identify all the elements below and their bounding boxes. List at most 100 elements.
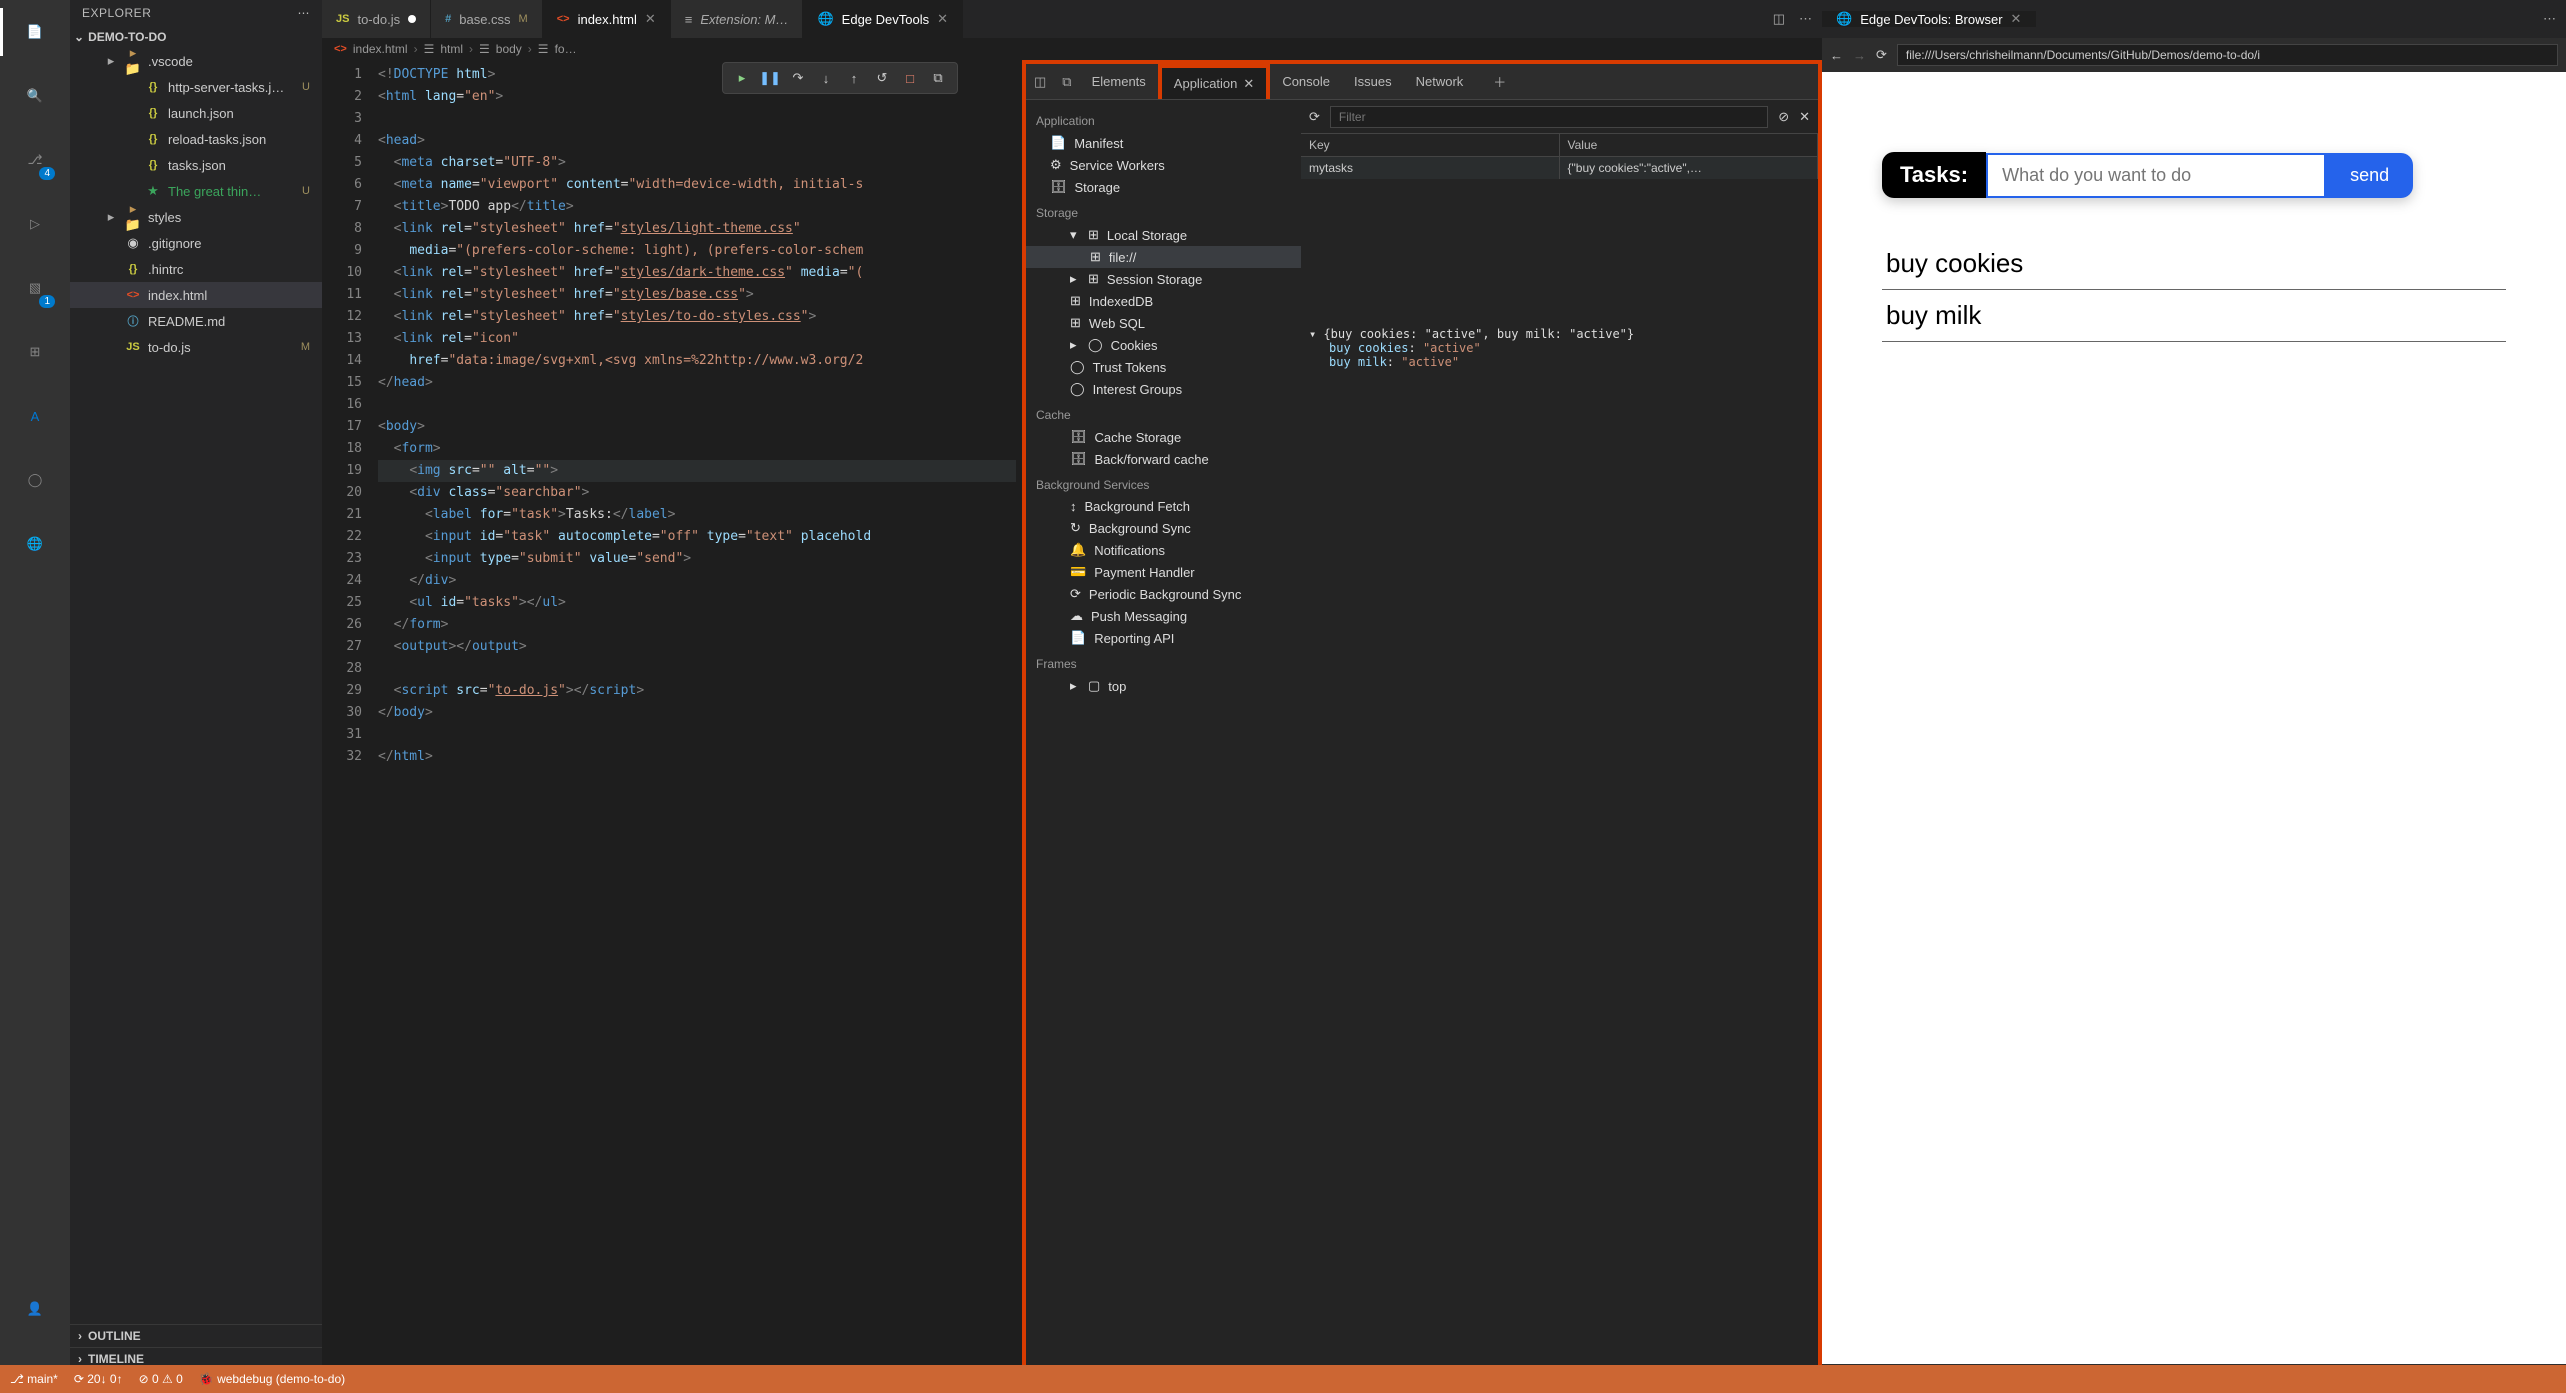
task-input[interactable] xyxy=(1986,153,2326,198)
devtools-side-item[interactable]: ⚙Service Workers xyxy=(1026,154,1301,176)
file-tree: ▸▸📁.vscode{}http-server-tasks.j…U{}launc… xyxy=(70,48,322,1324)
devtools-side-item[interactable]: 🗄Cache Storage xyxy=(1026,426,1301,448)
devtools-group-tab[interactable]: 🌐Edge DevTools✕ xyxy=(803,0,963,38)
debug-btn[interactable]: ❚❚ xyxy=(759,67,781,89)
devtools-tab[interactable]: Issues xyxy=(1342,64,1404,99)
devtools-side-item[interactable]: 💳Payment Handler xyxy=(1026,561,1301,583)
devtools-side-item[interactable]: ⟳Periodic Background Sync xyxy=(1026,583,1301,605)
editor-tab[interactable]: JSto-do.js xyxy=(322,0,431,38)
add-tab-icon[interactable]: ＋ xyxy=(1485,72,1514,91)
devtools-side-item[interactable]: 📄Manifest xyxy=(1026,132,1301,154)
tree-item[interactable]: {}http-server-tasks.j…U xyxy=(70,74,322,100)
forward-icon[interactable]: → xyxy=(1853,48,1866,63)
devtools-side-item[interactable]: ▸◯Cookies xyxy=(1026,334,1301,356)
breadcrumb[interactable]: <> index.html› ☰html› ☰body› ☰fo… xyxy=(322,38,1822,60)
devtools-side-item[interactable]: ▾⊞Local Storage xyxy=(1026,224,1301,246)
devtools-tab[interactable]: Elements xyxy=(1080,64,1158,99)
devtools-side-item[interactable]: 🗄Storage xyxy=(1026,176,1301,198)
more-icon[interactable]: ⋯ xyxy=(2543,11,2556,27)
debug-btn[interactable]: ↑ xyxy=(843,67,865,89)
devtools-side-item[interactable]: ⊞Web SQL xyxy=(1026,312,1301,334)
editor-tab[interactable]: #base.cssM xyxy=(431,0,543,38)
inspect-icon[interactable]: ◫ xyxy=(1026,74,1054,90)
devtools-side-item[interactable]: ☁Push Messaging xyxy=(1026,605,1301,627)
tree-item[interactable]: ▸▸📁styles xyxy=(70,204,322,230)
col-key[interactable]: Key xyxy=(1301,134,1560,156)
sync-status[interactable]: ⟳ 20↓ 0↑ xyxy=(74,1372,123,1386)
preview-pane: ▾ {buy cookies: "active", buy milk: "act… xyxy=(1301,319,1818,1389)
debug-btn[interactable]: ⧉ xyxy=(927,67,949,89)
tree-item[interactable]: ★The great thin…U xyxy=(70,178,322,204)
run-debug-icon[interactable]: ▷ xyxy=(15,204,55,244)
reload-icon[interactable]: ⟳ xyxy=(1876,47,1887,63)
send-button[interactable]: send xyxy=(2326,153,2413,198)
project-header[interactable]: ⌄DEMO-TO-DO xyxy=(70,26,322,48)
more-icon[interactable]: ⋯ xyxy=(298,6,311,20)
filter-input[interactable] xyxy=(1330,106,1768,128)
back-icon[interactable]: ← xyxy=(1830,48,1843,63)
tree-item[interactable]: {}tasks.json xyxy=(70,152,322,178)
devtools-side-item[interactable]: ▸⊞Session Storage xyxy=(1026,268,1301,290)
edge-icon[interactable]: 🌐 xyxy=(15,524,55,564)
search-icon[interactable]: 🔍 xyxy=(15,76,55,116)
ext-icon[interactable]: ⊞ xyxy=(15,332,55,372)
devtools-tab[interactable]: Console xyxy=(1270,64,1342,99)
outline-section[interactable]: ›OUTLINE xyxy=(70,1324,322,1347)
devtools-side-item[interactable]: ↻Background Sync xyxy=(1026,517,1301,539)
debug-btn[interactable]: ↷ xyxy=(787,67,809,89)
devtools-tab[interactable]: Application ✕ xyxy=(1158,64,1271,99)
debug-btn[interactable]: ↺ xyxy=(871,67,893,89)
branch-status[interactable]: ⎇ main* xyxy=(10,1372,58,1386)
status-bar: ⎇ main* ⟳ 20↓ 0↑ ⊘ 0 ⚠ 0 🐞 webdebug (dem… xyxy=(0,1365,2566,1393)
devtools-side-item[interactable]: ⊞IndexedDB xyxy=(1026,290,1301,312)
devtools-side-item[interactable]: 🗄Back/forward cache xyxy=(1026,448,1301,470)
tree-item[interactable]: {}launch.json xyxy=(70,100,322,126)
close-icon[interactable]: ✕ xyxy=(1799,109,1810,125)
devtools-side-item[interactable]: ◯Interest Groups xyxy=(1026,378,1301,400)
debug-btn[interactable]: ↓ xyxy=(815,67,837,89)
devtools-side-item[interactable]: ⊞file:// xyxy=(1026,246,1301,268)
extensions-icon[interactable]: ▧1 xyxy=(15,268,55,308)
devtools-side-item[interactable]: 🔔Notifications xyxy=(1026,539,1301,561)
device-icon[interactable]: ⧉ xyxy=(1054,74,1079,90)
debug-toolbar: ▸ ❚❚ ↷ ↓ ↑ ↺ □ ⧉ xyxy=(722,62,958,94)
devtools-side-item[interactable]: ↕Background Fetch xyxy=(1026,496,1301,517)
tree-item[interactable]: {}.hintrc xyxy=(70,256,322,282)
refresh-icon[interactable]: ⟳ xyxy=(1309,109,1320,125)
devtools-sidebar: Application📄Manifest⚙Service Workers🗄Sto… xyxy=(1026,100,1301,1389)
devtools-side-item[interactable]: ◯Trust Tokens xyxy=(1026,356,1301,378)
account-icon[interactable]: 👤 xyxy=(15,1289,55,1329)
tree-item[interactable]: ◉.gitignore xyxy=(70,230,322,256)
github-icon[interactable]: ◯ xyxy=(15,460,55,500)
tree-item[interactable]: {}reload-tasks.json xyxy=(70,126,322,152)
devtools-side-item[interactable]: ▸▢top xyxy=(1026,675,1301,697)
editor-tab[interactable]: <>index.html✕ xyxy=(543,0,671,38)
explorer-icon[interactable]: 📄 xyxy=(15,12,55,52)
col-value[interactable]: Value xyxy=(1560,134,1819,156)
scm-icon[interactable]: ⎇4 xyxy=(15,140,55,180)
split-icon[interactable]: ◫ xyxy=(1773,11,1785,27)
debug-btn[interactable]: ▸ xyxy=(731,67,753,89)
clear-icon[interactable]: ⊘ xyxy=(1778,109,1789,125)
browser-panel: 🌐 Edge DevTools: Browser ✕ ⋯ ← → ⟳ file:… xyxy=(1822,0,2566,1393)
close-icon[interactable]: ✕ xyxy=(2011,11,2022,27)
devtools-side-item[interactable]: 📄Reporting API xyxy=(1026,627,1301,649)
debug-btn[interactable]: □ xyxy=(899,67,921,89)
task-item[interactable]: buy cookies xyxy=(1882,238,2506,290)
more-icon[interactable]: ⋯ xyxy=(1799,11,1812,27)
editor-tab[interactable]: ≡Extension: M… xyxy=(671,0,804,38)
devtools-tab-bar: ◫ ⧉ ElementsApplication ✕ConsoleIssuesNe… xyxy=(1026,64,1818,100)
tree-item[interactable]: ⓘREADME.md xyxy=(70,308,322,334)
devtools-tab[interactable]: Network xyxy=(1404,64,1476,99)
url-bar[interactable]: file:///Users/chrisheilmann/Documents/Gi… xyxy=(1897,44,2558,66)
browser-tab[interactable]: 🌐 Edge DevTools: Browser ✕ xyxy=(1822,11,2036,27)
tree-item[interactable]: <>index.html xyxy=(70,282,322,308)
problems-status[interactable]: ⊘ 0 ⚠ 0 xyxy=(139,1372,183,1386)
task-item[interactable]: buy milk xyxy=(1882,290,2506,342)
azure-icon[interactable]: A xyxy=(15,396,55,436)
tree-item[interactable]: ▸▸📁.vscode xyxy=(70,48,322,74)
debug-target[interactable]: 🐞 webdebug (demo-to-do) xyxy=(199,1372,345,1386)
code-editor[interactable]: 1234567891011121314151617181920212223242… xyxy=(322,60,1022,1393)
storage-row[interactable]: mytasks {"buy cookies":"active",… xyxy=(1301,157,1818,179)
tree-item[interactable]: JSto-do.jsM xyxy=(70,334,322,360)
